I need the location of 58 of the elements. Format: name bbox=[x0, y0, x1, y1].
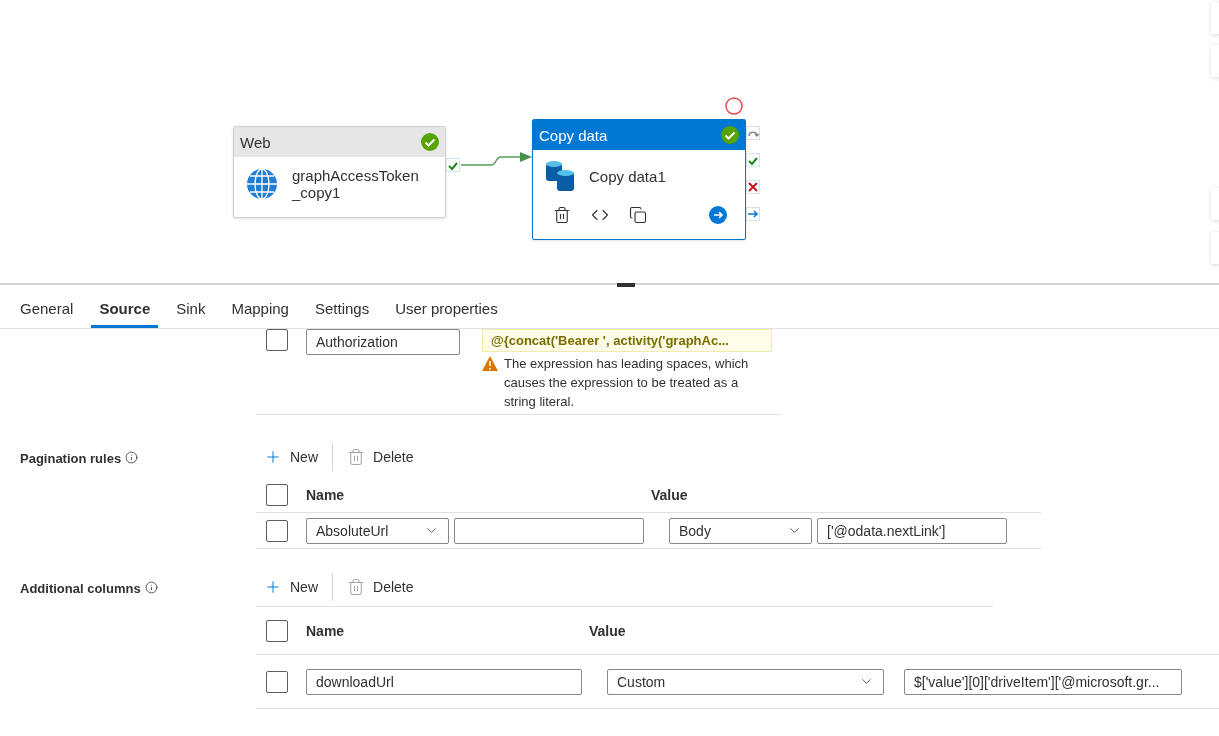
row-checkbox[interactable] bbox=[266, 519, 288, 542]
info-icon[interactable] bbox=[125, 451, 139, 464]
select-all-checkbox[interactable] bbox=[266, 619, 288, 642]
value-field[interactable]: $['value'][0]['driveItem']['@microsoft.gr... bbox=[904, 668, 1182, 695]
output-port[interactable] bbox=[746, 207, 760, 221]
output-port[interactable] bbox=[446, 158, 460, 172]
column-header: Value bbox=[589, 622, 627, 639]
output-port[interactable] bbox=[746, 153, 760, 167]
output-port[interactable] bbox=[746, 126, 760, 140]
row-checkbox[interactable] bbox=[266, 329, 288, 351]
tab[interactable]: Sink bbox=[168, 300, 214, 328]
column-header: Name bbox=[306, 486, 346, 503]
info-icon[interactable] bbox=[144, 581, 158, 594]
header-name-field[interactable]: Authorization bbox=[306, 329, 460, 355]
tab[interactable]: Source bbox=[91, 300, 159, 328]
delete-button[interactable]: Delete bbox=[347, 448, 426, 466]
activity-node[interactable]: Web graphAccessToken_copy1 bbox=[233, 126, 446, 218]
circle-icon bbox=[725, 97, 743, 115]
failure-x-icon bbox=[747, 181, 759, 193]
select-all-checkbox[interactable] bbox=[266, 483, 288, 506]
plus-icon bbox=[264, 448, 282, 466]
warning-message: The expression has leading spaces, which causes the expression to be treated as a string literal. bbox=[504, 355, 750, 411]
activity-type: Copy data bbox=[539, 126, 608, 144]
activity-node[interactable]: Copy data Copy data1 bbox=[532, 119, 746, 240]
output-port[interactable] bbox=[746, 180, 760, 194]
name-dropdown[interactable]: AbsoluteUrl bbox=[306, 517, 449, 544]
activity-name: Copy data1 bbox=[589, 167, 666, 185]
column-header: Value bbox=[651, 486, 689, 503]
column-header: Name bbox=[306, 622, 346, 639]
globe-icon bbox=[246, 168, 278, 200]
delete-icon[interactable] bbox=[553, 206, 571, 224]
warning-icon bbox=[482, 356, 498, 371]
value-type-dropdown[interactable]: Custom bbox=[607, 668, 884, 695]
database-icon bbox=[545, 160, 575, 192]
row-checkbox[interactable] bbox=[266, 670, 288, 693]
completion-arrow-icon bbox=[747, 208, 759, 220]
input-field[interactable] bbox=[454, 517, 644, 544]
expression-tooltip: @{concat('Bearer ', activity('graphAc... bbox=[482, 329, 772, 352]
trash-icon bbox=[347, 448, 365, 466]
tab[interactable]: General bbox=[12, 300, 82, 328]
activity-type: Web bbox=[240, 133, 271, 151]
activity-name: graphAccessToken_copy1 bbox=[292, 167, 420, 201]
tab[interactable]: Mapping bbox=[223, 300, 297, 328]
copy-icon[interactable] bbox=[629, 206, 647, 224]
value-type-dropdown[interactable]: Body bbox=[669, 517, 812, 544]
section-label: Additional columns bbox=[20, 581, 141, 596]
new-button[interactable]: New bbox=[264, 448, 330, 466]
value-field[interactable]: ['@odata.nextLink'] bbox=[817, 517, 1007, 544]
tab[interactable]: Settings bbox=[306, 300, 378, 328]
new-button[interactable]: New bbox=[264, 577, 330, 596]
trash-icon bbox=[347, 577, 365, 596]
name-field[interactable]: downloadUrl bbox=[306, 668, 582, 695]
pipeline-canvas[interactable]: Web graphAccessToken_copy1 Copy data Copy data1 bbox=[0, 0, 1219, 285]
tab[interactable]: User properties bbox=[387, 300, 506, 328]
resize-handle[interactable] bbox=[617, 283, 635, 287]
connector-arrow bbox=[461, 151, 532, 167]
delete-button[interactable]: Delete bbox=[347, 577, 426, 596]
section-label: Pagination rules bbox=[20, 451, 122, 466]
